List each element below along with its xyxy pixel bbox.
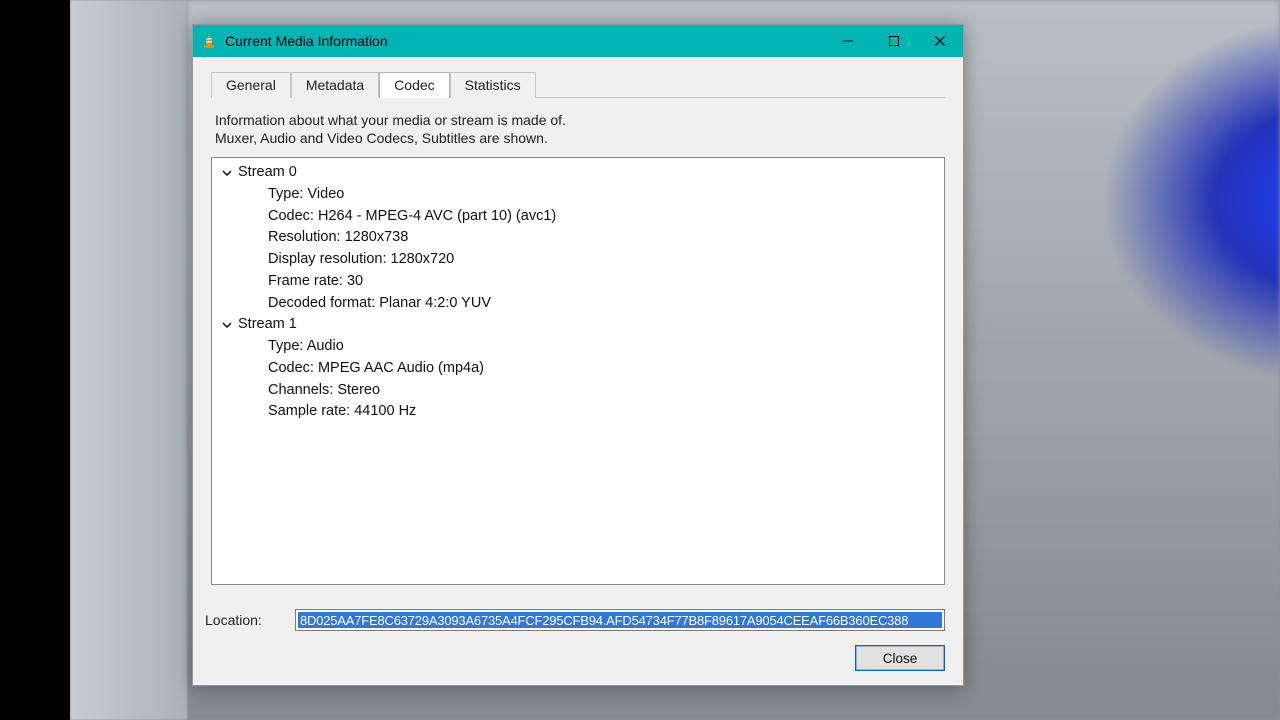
stream-1-row: Codec: MPEG AAC Audio (mp4a) [268, 358, 936, 380]
stream-1-header[interactable]: Stream 1 [220, 314, 936, 336]
stream-0-header[interactable]: Stream 0 [220, 162, 936, 184]
media-info-dialog: Current Media Information General Metada… [192, 24, 964, 686]
stream-1-row: Type: Audio [268, 336, 936, 358]
stream-0-row: Type: Video [268, 184, 936, 206]
codec-tree[interactable]: Stream 0 Type: Video Codec: H264 - MPEG-… [211, 157, 945, 585]
maximize-button[interactable] [871, 25, 917, 57]
stream-1-row: Sample rate: 44100 Hz [268, 401, 936, 423]
tab-codec[interactable]: Codec [379, 72, 449, 98]
chevron-down-icon [220, 168, 234, 178]
tab-metadata[interactable]: Metadata [291, 72, 379, 98]
codec-info-line2: Muxer, Audio and Video Codecs, Subtitles… [215, 130, 548, 146]
codec-panel: Information about what your media or str… [211, 97, 945, 597]
tabstrip: General Metadata Codec Statistics [193, 57, 963, 97]
codec-info-text: Information about what your media or str… [211, 108, 945, 147]
stream-0-row: Resolution: 1280x738 [268, 227, 936, 249]
location-input[interactable]: 8D025AA7FE8C63729A3093A6735A4FCF295CFB94… [295, 609, 945, 631]
location-label: Location: [203, 612, 295, 628]
vlc-cone-icon [201, 33, 217, 49]
tab-general[interactable]: General [211, 72, 291, 98]
tab-statistics[interactable]: Statistics [450, 72, 536, 98]
stream-0-rows: Type: Video Codec: H264 - MPEG-4 AVC (pa… [268, 184, 936, 315]
stream-0-row: Decoded format: Planar 4:2:0 YUV [268, 293, 936, 315]
location-row: Location: 8D025AA7FE8C63729A3093A6735A4F… [203, 609, 945, 631]
minimize-button[interactable] [825, 25, 871, 57]
dialog-button-row: Close [193, 635, 963, 685]
window-title: Current Media Information [225, 33, 825, 49]
codec-info-line1: Information about what your media or str… [215, 112, 566, 128]
close-button[interactable]: Close [855, 645, 945, 671]
stream-0-row: Frame rate: 30 [268, 271, 936, 293]
location-value-selected: 8D025AA7FE8C63729A3093A6735A4FCF295CFB94… [298, 612, 942, 628]
stream-0-name: Stream 0 [238, 162, 297, 184]
stream-0-row: Codec: H264 - MPEG-4 AVC (part 10) (avc1… [268, 206, 936, 228]
stream-0-row: Display resolution: 1280x720 [268, 249, 936, 271]
stream-1-row: Channels: Stereo [268, 380, 936, 402]
stream-1-name: Stream 1 [238, 314, 297, 336]
close-window-button[interactable] [917, 25, 963, 57]
chevron-down-icon [220, 320, 234, 330]
titlebar[interactable]: Current Media Information [193, 25, 963, 57]
stream-1-rows: Type: Audio Codec: MPEG AAC Audio (mp4a)… [268, 336, 936, 423]
